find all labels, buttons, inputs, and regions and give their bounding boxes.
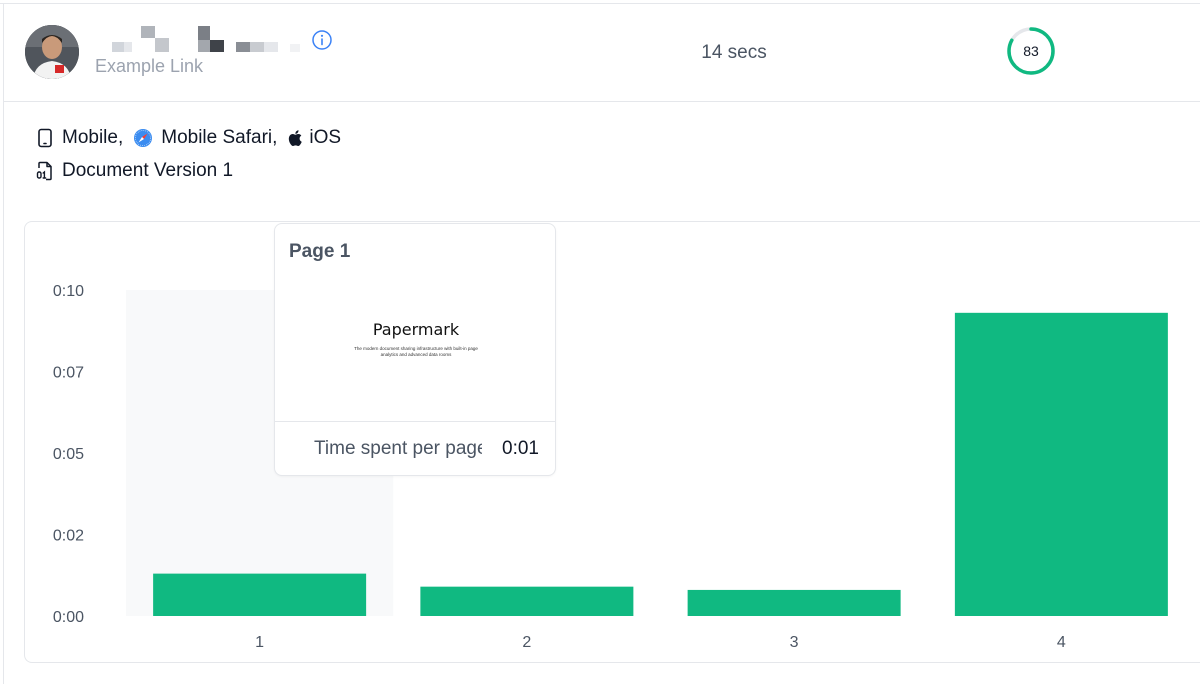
chart-tooltip: Page 1 Papermark The modern document sha… (274, 223, 556, 476)
y-tick-label: 0:02 (53, 528, 84, 545)
y-tick-label: 0:07 (53, 365, 84, 382)
x-tick-label: 4 (1057, 634, 1066, 651)
bar-page-2[interactable] (420, 586, 634, 616)
tooltip-metric-label: Time spent per page (314, 438, 482, 459)
page-time-chart: 0:00 0:02 0:05 0:07 0:10 1 2 3 4 (53, 283, 1168, 651)
tooltip-metric-value: 0:01 (502, 438, 539, 459)
bar-page-4[interactable] (954, 312, 1168, 616)
y-tick-label: 0:05 (53, 446, 84, 463)
bar-page-3[interactable] (687, 589, 901, 616)
x-tick-label: 1 (255, 634, 264, 651)
visitor-detail-panel: Example Link 14 secs 83 Mobile, Mobile S… (0, 0, 1200, 684)
x-tick-label: 3 (790, 634, 799, 651)
x-tick-label: 2 (522, 634, 531, 651)
bar-page-1[interactable] (153, 573, 367, 616)
preview-brand: Papermark (372, 320, 460, 339)
y-tick-label: 0:00 (53, 609, 84, 626)
page-preview-thumbnail: Papermark The modern document sharing in… (275, 274, 555, 421)
y-tick-label: 0:10 (53, 283, 84, 300)
tooltip-page-title: Page 1 (289, 241, 351, 262)
preview-tagline: The modern document sharing infrastructu… (354, 346, 478, 357)
tooltip-divider (275, 421, 555, 422)
